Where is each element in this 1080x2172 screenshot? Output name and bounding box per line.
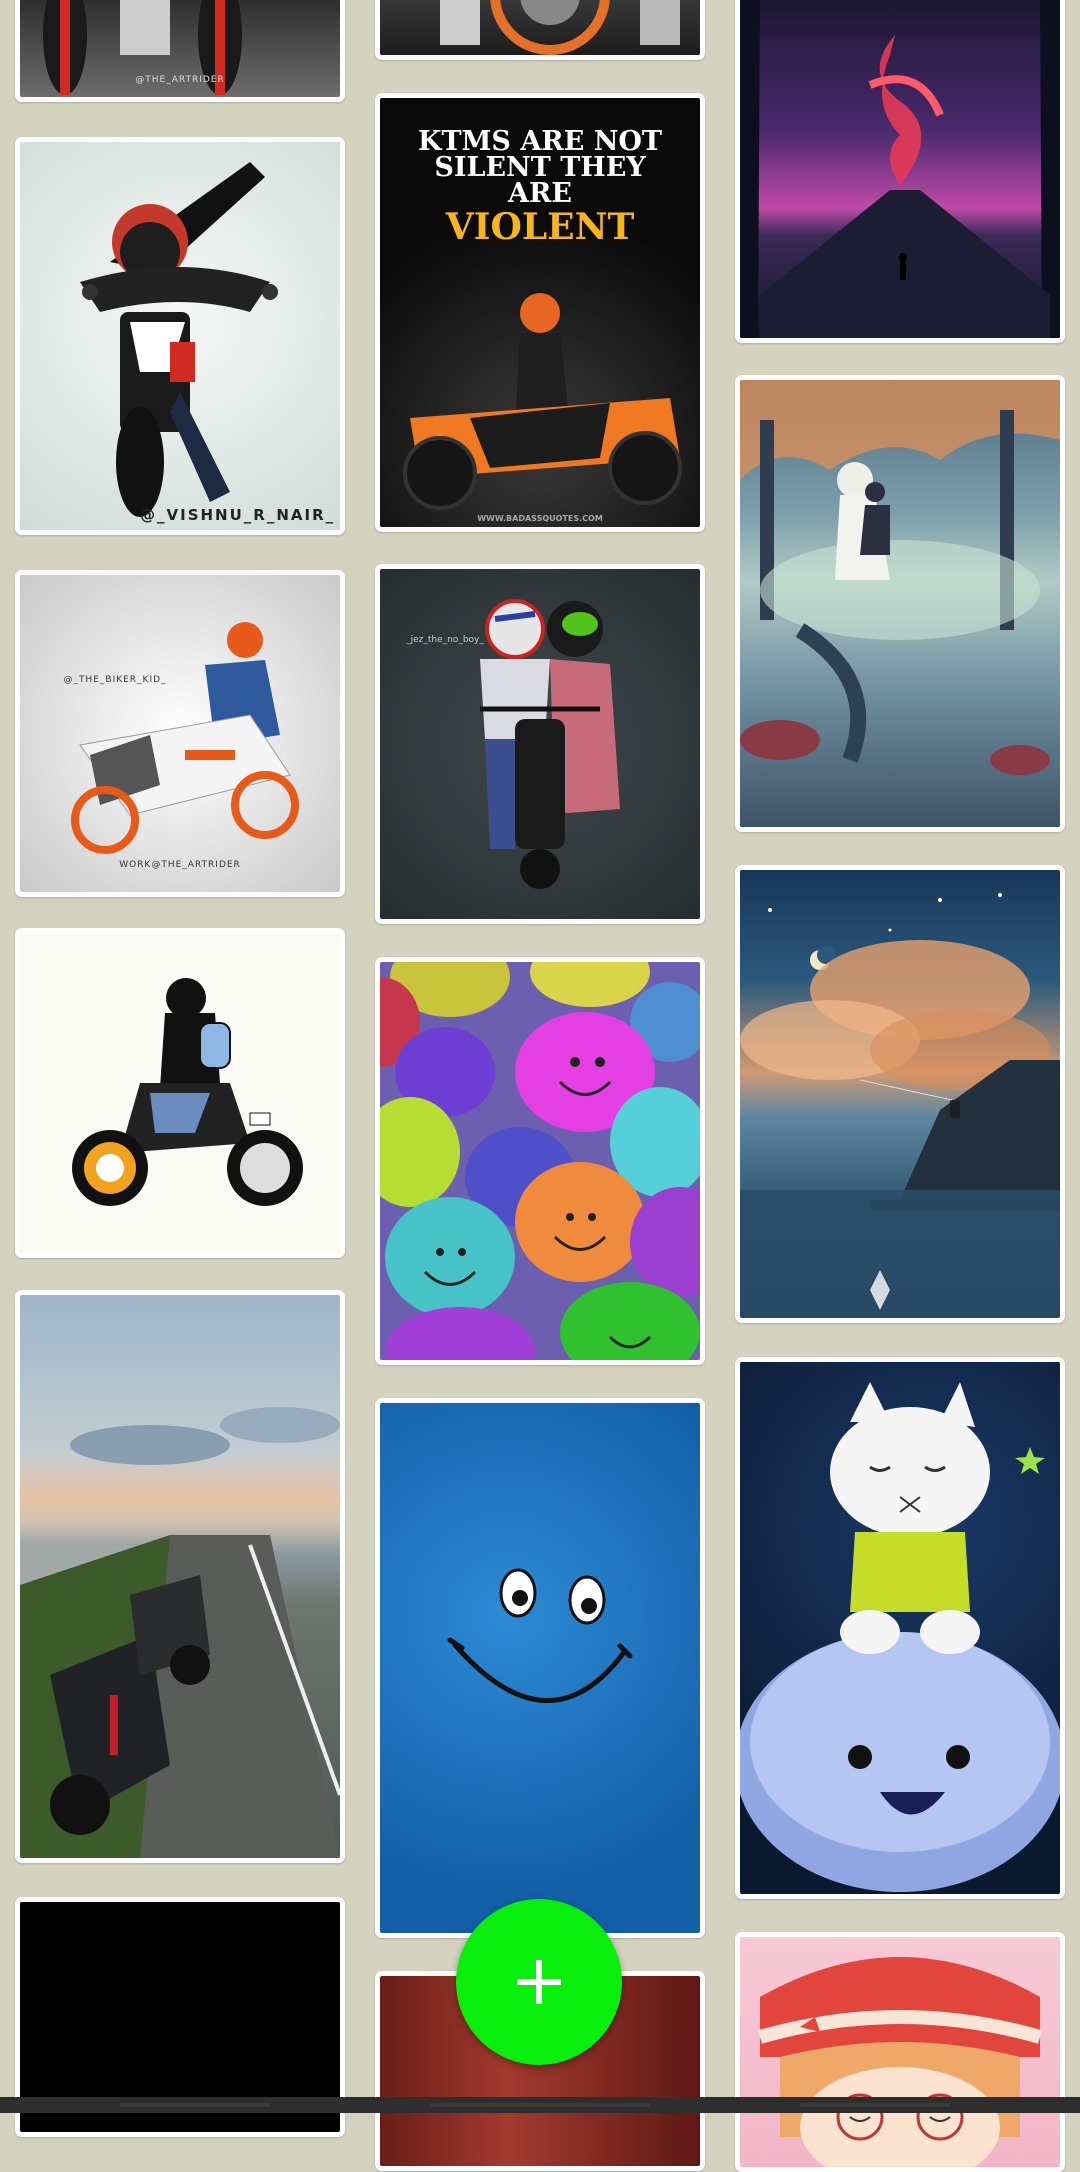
wallpaper-thumbnail — [740, 0, 1060, 338]
wallpaper-thumbnail — [20, 933, 340, 1253]
wallpaper-thumbnail: @THE_ARTRIDER — [20, 0, 340, 97]
wallpaper-thumbnail: KTMS ARE NOT SILENT THEY ARE VIOLENT WWW… — [380, 98, 700, 527]
wallpaper-card[interactable] — [735, 1932, 1065, 2172]
watermark: @THE_ARTRIDER — [135, 75, 225, 85]
wallpaper-card[interactable]: @_THE_BIKER_KID_ WORK@THE_ARTRIDER — [15, 570, 345, 897]
wallpaper-card[interactable] — [735, 1357, 1065, 1899]
wallpaper-thumbnail: @_VISHNU_R_NAIR_ — [20, 142, 340, 530]
add-wallpaper-button[interactable] — [456, 1899, 622, 2065]
wallpaper-thumbnail — [380, 0, 700, 55]
wallpaper-card[interactable]: _jez_the_no_boy_ — [375, 564, 705, 924]
wallpaper-thumbnail — [740, 1362, 1060, 1894]
wallpaper-card[interactable] — [735, 865, 1065, 1323]
wallpaper-card[interactable] — [375, 0, 705, 60]
plus-icon — [517, 1960, 561, 2004]
wallpaper-card[interactable] — [735, 0, 1065, 343]
wallpaper-thumbnail: @_THE_BIKER_KID_ WORK@THE_ARTRIDER — [20, 575, 340, 892]
wallpaper-thumbnail — [380, 962, 700, 1360]
wallpaper-card[interactable] — [375, 1398, 705, 1938]
wallpaper-card[interactable] — [735, 375, 1065, 832]
wallpaper-card[interactable]: KTMS ARE NOT SILENT THEY ARE VIOLENT WWW… — [375, 93, 705, 532]
wallpaper-card[interactable] — [15, 1290, 345, 1863]
system-navigation-bar — [0, 2097, 1080, 2113]
footer-text: WWW.BADASSQUOTES.COM — [477, 514, 603, 523]
wallpaper-card[interactable] — [375, 957, 705, 1365]
watermark: @_VISHNU_R_NAIR_ — [140, 506, 336, 524]
wallpaper-thumbnail: _jez_the_no_boy_ — [380, 569, 700, 919]
wallpaper-card[interactable] — [15, 928, 345, 1258]
wallpaper-thumbnail — [740, 1937, 1060, 2167]
watermark: WORK@THE_ARTRIDER — [119, 860, 241, 870]
wallpaper-thumbnail — [740, 380, 1060, 827]
wallpaper-card[interactable]: @_VISHNU_R_NAIR_ — [15, 137, 345, 535]
wallpaper-card[interactable]: @THE_ARTRIDER — [15, 0, 345, 102]
wallpaper-thumbnail — [740, 870, 1060, 1318]
wallpaper-thumbnail — [380, 1403, 700, 1933]
wallpaper-thumbnail — [20, 1295, 340, 1858]
